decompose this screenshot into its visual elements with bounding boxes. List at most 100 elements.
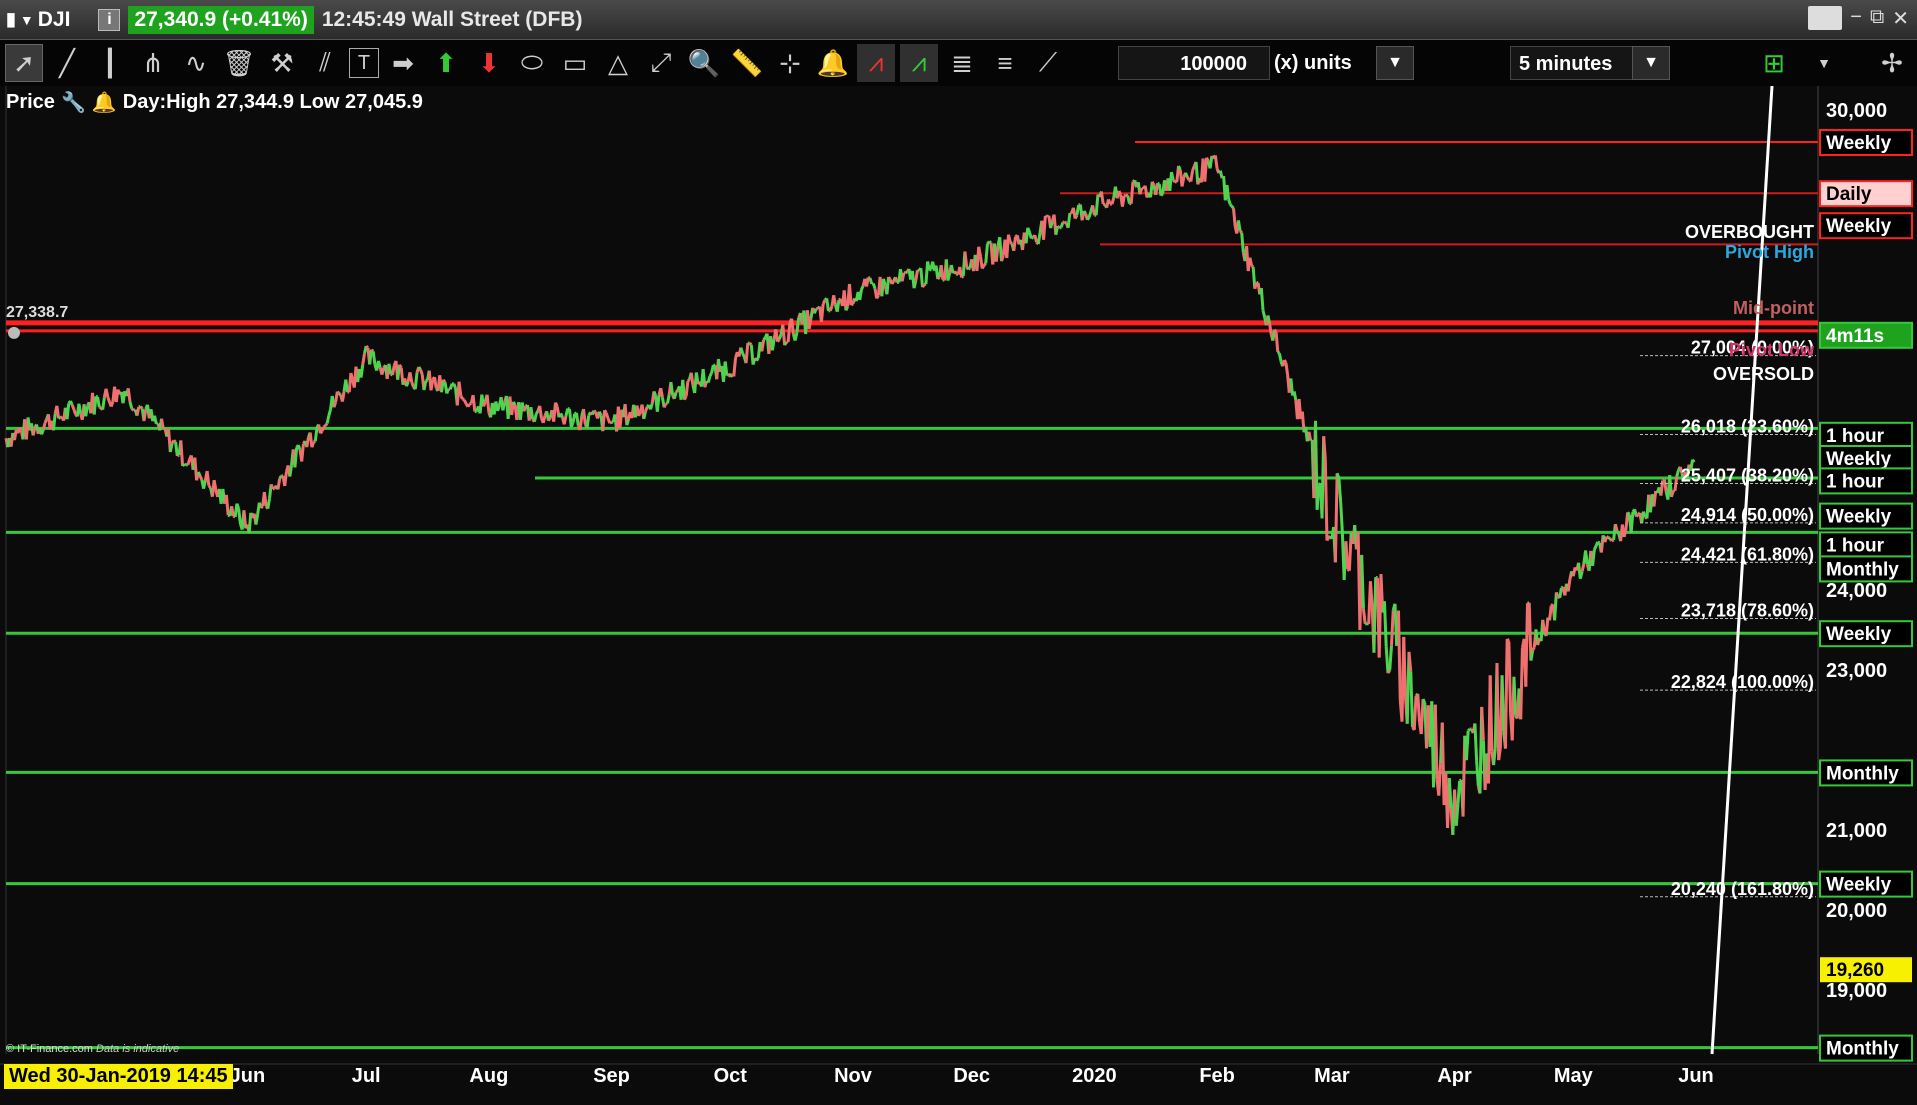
wave-icon[interactable]: ∿: [177, 44, 215, 82]
price-segment: [1036, 232, 1042, 245]
price-segment: [160, 418, 165, 430]
price-segment: [578, 415, 584, 431]
price-axis-tag-label: 19,260: [1826, 960, 1884, 981]
fork-icon[interactable]: ⋔: [134, 44, 172, 82]
indicator-annotation: Pivot High: [1725, 242, 1814, 262]
price-segment: [1389, 610, 1395, 646]
price-segment: [135, 406, 141, 416]
price-segment: [338, 392, 342, 397]
zoom-icon[interactable]: 🔍: [685, 44, 723, 82]
price-segment: [739, 347, 744, 354]
price-segment: [485, 394, 491, 413]
price-segment: [1230, 205, 1235, 210]
price-segment: [683, 395, 688, 401]
price-segment: [994, 245, 1000, 262]
x-tick-label: 2020: [1072, 1065, 1117, 1087]
line-icon[interactable]: ╱: [48, 44, 86, 82]
level-price-label: 27,338.7: [6, 304, 68, 321]
price-segment: [748, 342, 753, 346]
price-segment: [1641, 511, 1647, 518]
price-segment: [387, 363, 393, 375]
keyboard-icon[interactable]: [1808, 6, 1843, 30]
price-segment: [1524, 603, 1530, 687]
symbol-selector[interactable]: ▮ ▼ DJI: [6, 8, 70, 32]
pin-icon[interactable]: ✢: [1873, 44, 1911, 82]
x-tick-label: Dec: [953, 1065, 990, 1087]
price-segment: [1283, 359, 1288, 364]
price-segment: [40, 429, 45, 435]
price-segment: [564, 408, 570, 417]
chart-area[interactable]: 27,004 (0.00%) 26,018 (23.60%) 25,407 (38.…: [0, 86, 1917, 1105]
price-segment: [1416, 693, 1422, 723]
price-segment: [230, 505, 235, 517]
crosshair-icon[interactable]: ⊹: [771, 44, 809, 82]
price-segment: [1505, 638, 1511, 643]
price-axis-tag-label: Monthly: [1826, 1039, 1899, 1060]
add-indicator-icon[interactable]: ⊞: [1755, 44, 1793, 82]
cursor-date: Wed 30-Jan-2019 14:45: [4, 1064, 233, 1089]
wrench-icon[interactable]: ⚒: [263, 44, 301, 82]
price-segment: [1361, 608, 1367, 624]
parallel-icon[interactable]: ⫽: [306, 44, 344, 82]
price-segment: [1323, 459, 1329, 541]
info-icon[interactable]: i: [98, 8, 121, 31]
indicator2-icon[interactable]: ⩘: [900, 44, 938, 82]
pointer-icon[interactable]: ➚: [5, 44, 43, 82]
price-segment: [1591, 549, 1596, 566]
price-segment: [1274, 332, 1280, 353]
arrow-up-icon[interactable]: ⬆: [427, 44, 465, 82]
arrow-right-icon[interactable]: ➡: [384, 44, 422, 82]
fib-icon[interactable]: ≣: [943, 44, 981, 82]
y-tick-label: 21,000: [1826, 820, 1887, 842]
price-segment: [625, 418, 630, 426]
units-input[interactable]: 100000: [1118, 46, 1270, 80]
price-segment: [325, 415, 331, 424]
close-icon[interactable]: ✕: [1892, 6, 1909, 31]
price-segment: [554, 401, 559, 408]
price-segment: [1102, 202, 1106, 207]
wrench-icon[interactable]: 🔧: [61, 90, 86, 115]
vertical-line-icon[interactable]: ┃: [91, 44, 129, 82]
price-segment: [582, 408, 587, 425]
triangle-icon[interactable]: △: [599, 44, 637, 82]
arrow-down-icon[interactable]: ⬇: [470, 44, 508, 82]
expand-icon[interactable]: ⤢: [642, 44, 680, 82]
ellipse-icon[interactable]: ⬭: [513, 44, 551, 82]
indicator-icon[interactable]: ⩘: [857, 44, 895, 82]
price-segment: [890, 280, 895, 285]
price-segment: [462, 399, 468, 405]
text-icon[interactable]: T: [349, 48, 379, 78]
price-segment: [652, 390, 658, 397]
credit-note: Data is indicative: [96, 1043, 180, 1055]
price-segment: [390, 365, 396, 376]
minimize-icon[interactable]: −: [1850, 6, 1862, 31]
price-segment: [1544, 617, 1550, 637]
trend-icon[interactable]: ⟋: [1029, 44, 1067, 82]
rectangle-icon[interactable]: ▭: [556, 44, 594, 82]
price-segment: [871, 282, 877, 290]
chevron-down-icon[interactable]: ▼: [1805, 44, 1843, 82]
price-segment: [844, 305, 850, 311]
price-segment: [644, 406, 649, 413]
interval-dropdown[interactable]: ▼: [1632, 46, 1670, 80]
fib2-icon[interactable]: ≡: [986, 44, 1024, 82]
price-segment: [1437, 763, 1443, 796]
price-segment: [58, 416, 61, 420]
price-segment: [461, 397, 466, 402]
price-segment: [868, 277, 874, 285]
ruler-icon[interactable]: 📏: [728, 44, 766, 82]
restore-icon[interactable]: ⧉: [1870, 6, 1884, 31]
price-segment: [585, 415, 591, 429]
price-segment: [104, 388, 110, 398]
units-dropdown[interactable]: ▼: [1376, 46, 1414, 80]
bell-icon[interactable]: 🔔: [814, 44, 852, 82]
price-chart[interactable]: 27,004 (0.00%)26,018 (23.60%)25,407 (38.…: [0, 86, 1917, 1105]
trash-icon[interactable]: 🗑: [220, 44, 258, 82]
price-segment: [1213, 155, 1219, 169]
price-segment: [1177, 165, 1182, 171]
bell-icon[interactable]: 🔔: [92, 90, 117, 115]
price-segment: [1126, 195, 1131, 204]
price-segment: [179, 440, 185, 467]
indicator-annotation: Pivot Low: [1729, 340, 1815, 360]
price-segment: [762, 336, 767, 341]
